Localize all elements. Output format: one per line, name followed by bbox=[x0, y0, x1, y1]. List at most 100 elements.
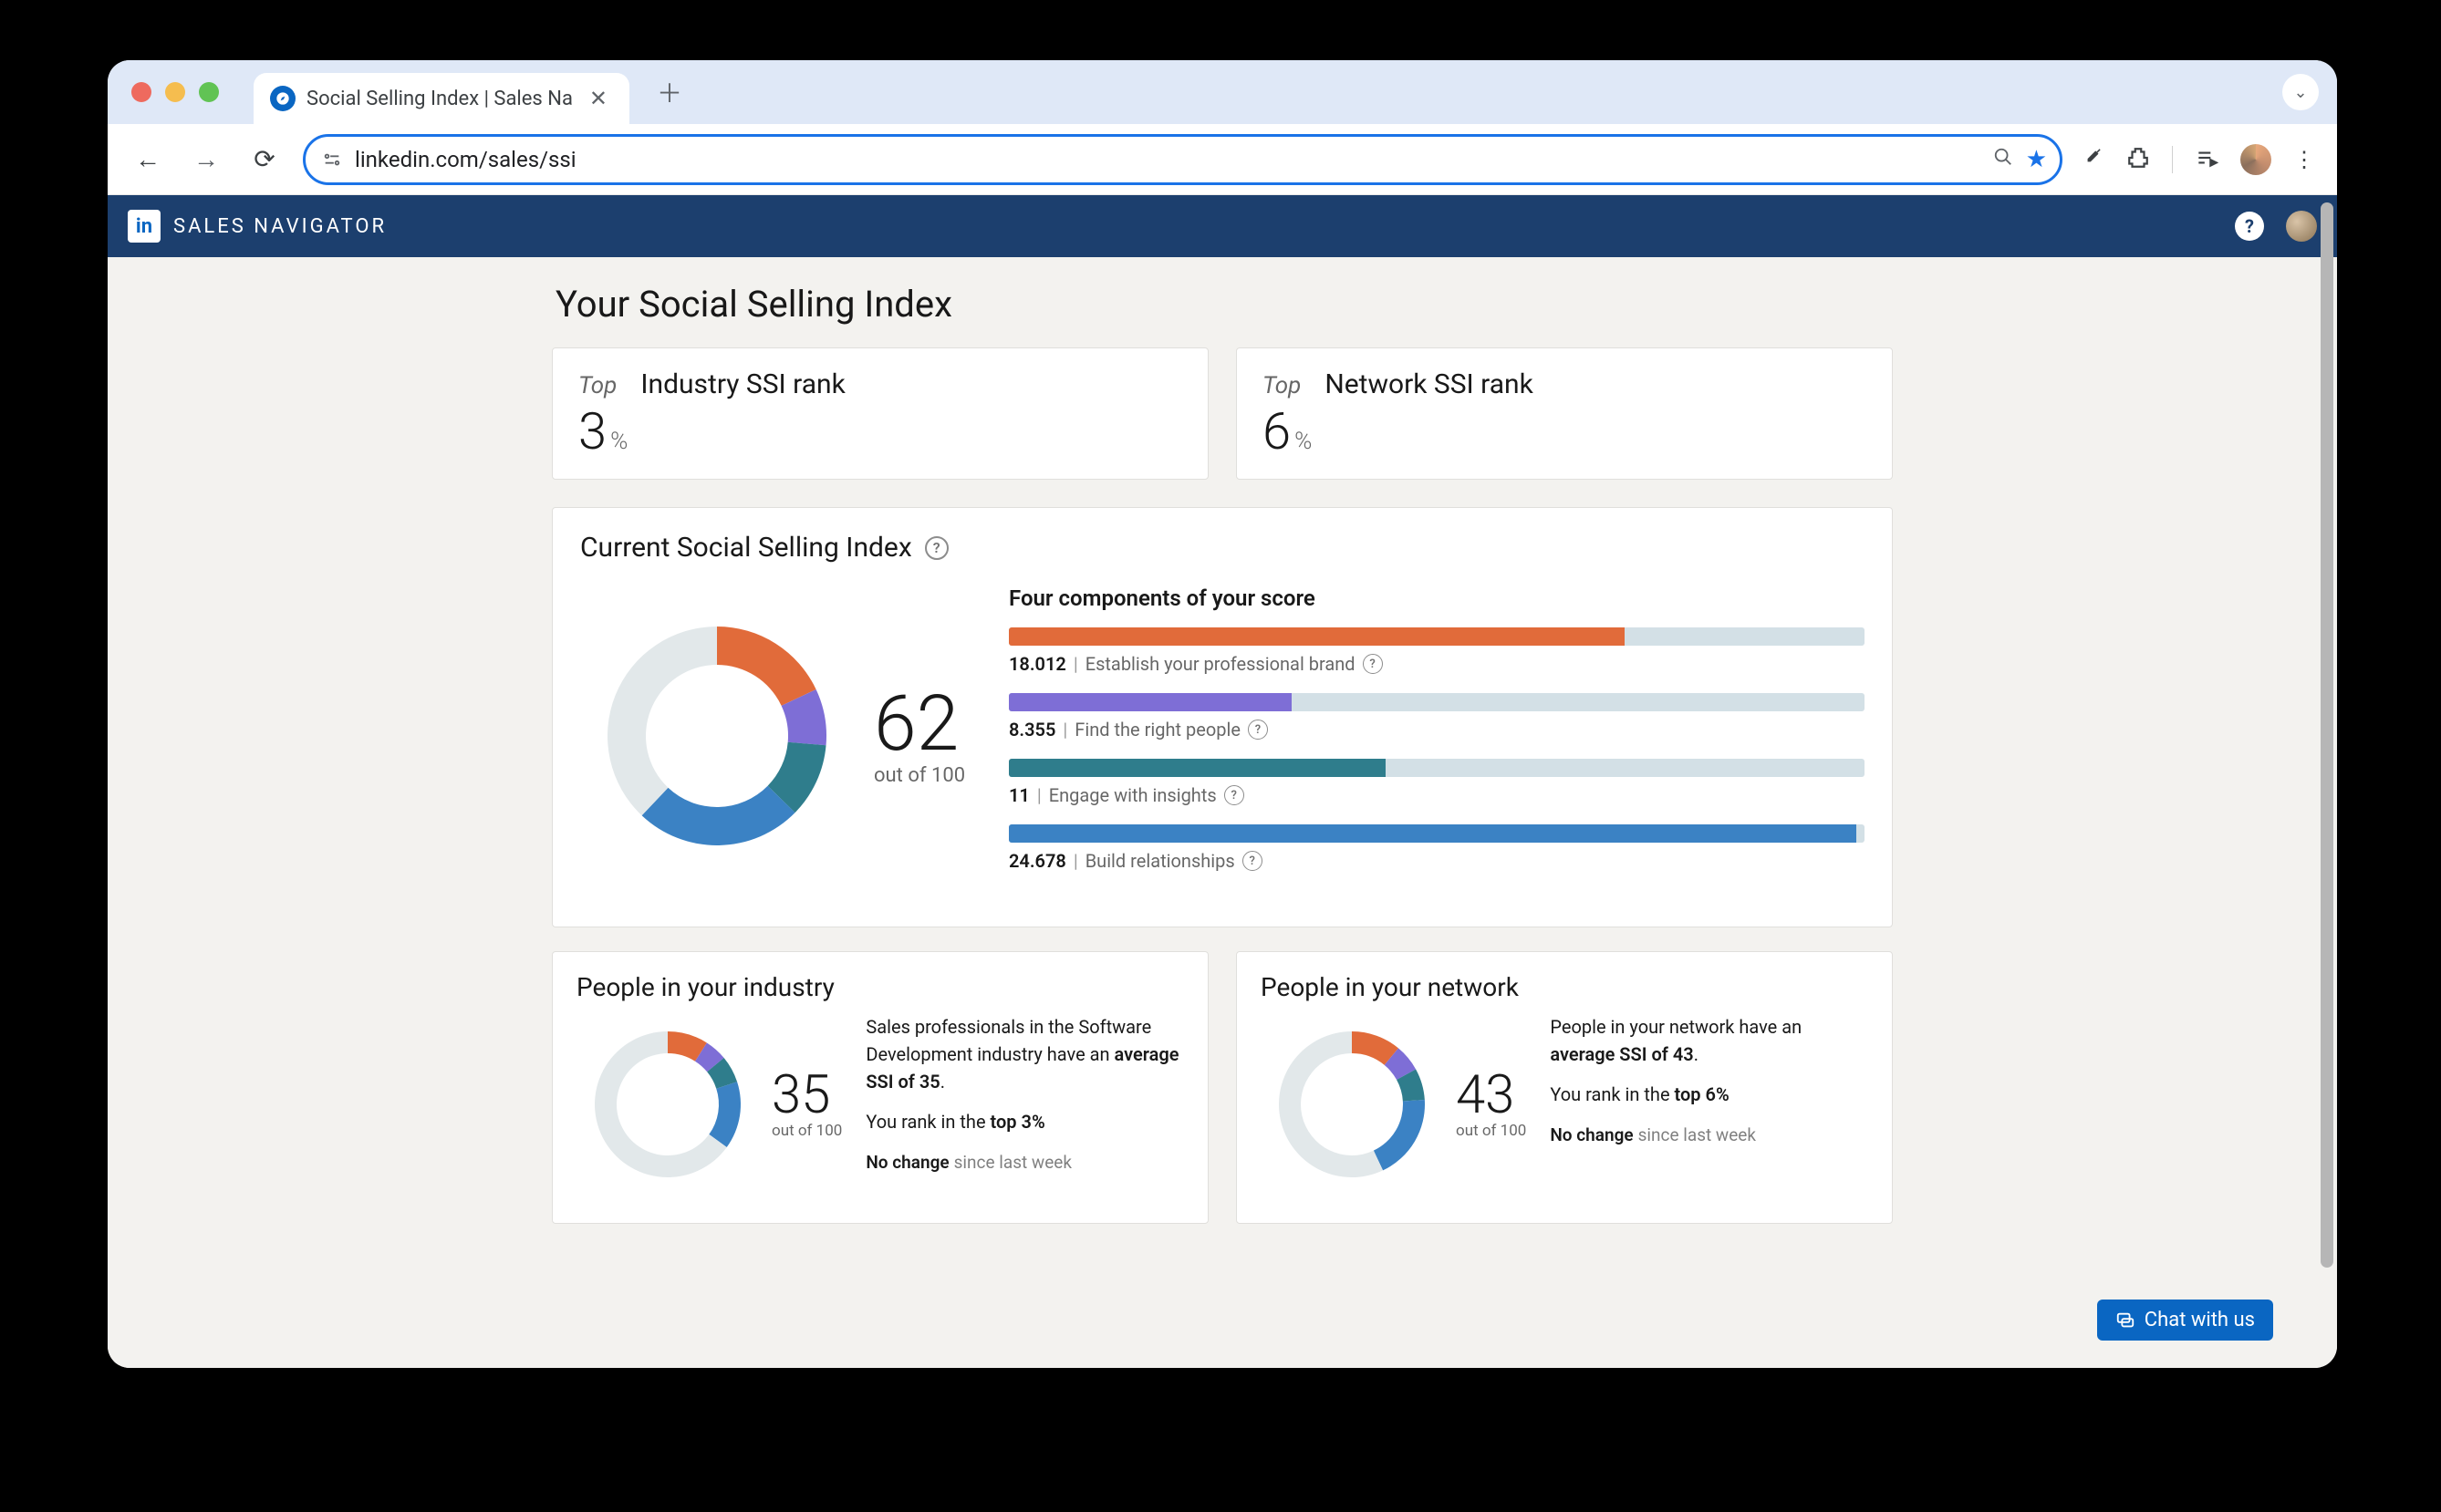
donut-segment bbox=[717, 627, 816, 706]
percent-suffix: % bbox=[610, 428, 628, 455]
component-name: Find the right people bbox=[1075, 719, 1241, 740]
industry-rank-card: Top Industry SSI rank 3% bbox=[552, 347, 1209, 480]
profile-avatar-button[interactable] bbox=[2240, 144, 2271, 175]
browser-toolbar: ← → ⟳ linkedin.com/sales/ssi ★ bbox=[108, 124, 2337, 195]
component-bar-fill bbox=[1009, 627, 1625, 646]
reload-button[interactable]: ⟳ bbox=[244, 140, 285, 180]
close-window-button[interactable] bbox=[131, 82, 151, 102]
chrome-menu-button[interactable]: ⋮ bbox=[2293, 147, 2317, 172]
chrome-action-icons: ⋮ bbox=[2081, 144, 2317, 175]
donut-segment bbox=[1374, 1100, 1425, 1170]
donut-segment bbox=[642, 786, 795, 845]
industry-score: 35 bbox=[772, 1069, 842, 1122]
percent-suffix: % bbox=[1294, 428, 1312, 455]
text-fragment: People in your network have an bbox=[1550, 1016, 1802, 1038]
new-tab-button[interactable]: ＋ bbox=[642, 74, 697, 110]
back-button[interactable]: ← bbox=[128, 140, 168, 180]
rank-top-label: Top bbox=[1262, 372, 1301, 399]
text-fragment: You rank in the bbox=[866, 1111, 990, 1133]
text-fragment: You rank in the bbox=[1550, 1083, 1674, 1105]
text-bold: top 6% bbox=[1675, 1083, 1729, 1105]
page-title: Your Social Selling Index bbox=[556, 283, 1893, 326]
minimize-window-button[interactable] bbox=[165, 82, 185, 102]
extensions-icon[interactable] bbox=[2126, 146, 2150, 173]
network-score: 43 bbox=[1456, 1069, 1526, 1122]
linkedin-navbar: in SALES NAVIGATOR ? bbox=[108, 195, 2337, 257]
component-name: Establish your professional brand bbox=[1085, 653, 1356, 675]
ssi-score: 62 bbox=[874, 686, 965, 762]
help-button[interactable]: ? bbox=[2235, 212, 2264, 241]
chat-with-us-button[interactable]: Chat with us bbox=[2097, 1300, 2273, 1341]
url-text: linkedin.com/sales/ssi bbox=[355, 147, 1980, 172]
address-bar[interactable]: linkedin.com/sales/ssi ★ bbox=[303, 134, 2062, 185]
zoom-icon[interactable] bbox=[1993, 147, 2013, 172]
ssi-out-of: out of 100 bbox=[874, 764, 965, 787]
network-rank-value: 6% bbox=[1262, 406, 1866, 457]
network-rank-label: Network SSI rank bbox=[1324, 368, 1533, 400]
component-value: 11 bbox=[1009, 784, 1030, 806]
browser-tab[interactable]: Social Selling Index | Sales Na ✕ bbox=[254, 73, 629, 124]
help-tooltip-icon[interactable]: ? bbox=[925, 536, 949, 560]
component-name: Engage with insights bbox=[1049, 784, 1217, 806]
ssi-heading: Current Social Selling Index bbox=[580, 532, 912, 564]
chat-icon bbox=[2115, 1310, 2135, 1331]
component-label: 11 | Engage with insights ? bbox=[1009, 784, 1865, 806]
chat-button-label: Chat with us bbox=[2145, 1309, 2255, 1331]
tab-overflow-button[interactable]: ⌄ bbox=[2282, 74, 2319, 110]
component-name: Build relationships bbox=[1085, 850, 1235, 872]
tab-title: Social Selling Index | Sales Na bbox=[306, 88, 573, 110]
site-settings-icon[interactable] bbox=[322, 150, 342, 170]
industry-out-of: out of 100 bbox=[772, 1122, 842, 1140]
scrollbar[interactable] bbox=[2321, 202, 2333, 1361]
browser-window: Social Selling Index | Sales Na ✕ ＋ ⌄ ← … bbox=[108, 60, 2337, 1368]
help-tooltip-icon[interactable]: ? bbox=[1248, 720, 1268, 740]
industry-rank-label: Industry SSI rank bbox=[640, 368, 845, 400]
ssi-component: 24.678 | Build relationships ? bbox=[1009, 824, 1865, 872]
industry-compare-card: People in your industry 35 out of 100 Sa… bbox=[552, 951, 1209, 1224]
since-label: since last week bbox=[954, 1152, 1072, 1173]
close-tab-button[interactable]: ✕ bbox=[584, 86, 613, 111]
toolbar-divider bbox=[2172, 146, 2173, 173]
component-bar bbox=[1009, 759, 1865, 777]
page-viewport: in SALES NAVIGATOR ? Your Social Selling… bbox=[108, 195, 2337, 1368]
user-avatar[interactable] bbox=[2286, 211, 2317, 242]
component-bar-fill bbox=[1009, 759, 1386, 777]
help-tooltip-icon[interactable]: ? bbox=[1363, 654, 1383, 674]
window-controls bbox=[131, 82, 219, 102]
component-bar bbox=[1009, 824, 1865, 843]
component-value: 24.678 bbox=[1009, 850, 1066, 872]
product-brand: SALES NAVIGATOR bbox=[173, 215, 387, 238]
text-bold: top 3% bbox=[991, 1111, 1045, 1133]
donut-segment bbox=[709, 1082, 741, 1147]
industry-compare-text: Sales professionals in the Software Deve… bbox=[866, 1013, 1184, 1189]
bookmark-star-icon[interactable]: ★ bbox=[2026, 146, 2047, 173]
forward-button[interactable]: → bbox=[186, 140, 226, 180]
component-label: 18.012 | Establish your professional bra… bbox=[1009, 653, 1865, 675]
rank-row: Top Industry SSI rank 3% Top Network SSI… bbox=[552, 347, 1893, 480]
ssi-component: 11 | Engage with insights ? bbox=[1009, 759, 1865, 806]
network-compare-heading: People in your network bbox=[1261, 972, 1868, 1002]
ssi-components: Four components of your score 18.012 | E… bbox=[1009, 582, 1865, 890]
since-label: since last week bbox=[1638, 1124, 1756, 1145]
compare-row: People in your industry 35 out of 100 Sa… bbox=[552, 951, 1893, 1224]
component-bar bbox=[1009, 627, 1865, 646]
help-tooltip-icon[interactable]: ? bbox=[1224, 785, 1244, 805]
network-compare-card: People in your network 43 out of 100 Peo… bbox=[1236, 951, 1893, 1224]
scrollbar-thumb[interactable] bbox=[2321, 202, 2333, 1268]
ssi-card: Current Social Selling Index ? 62 out of… bbox=[552, 507, 1893, 927]
eyedropper-icon[interactable] bbox=[2081, 146, 2104, 173]
no-change-label: No change bbox=[866, 1152, 949, 1173]
text-bold: average SSI of 43 bbox=[1550, 1043, 1693, 1065]
component-label: 8.355 | Find the right people ? bbox=[1009, 719, 1865, 740]
maximize-window-button[interactable] bbox=[199, 82, 219, 102]
linkedin-logo-icon[interactable]: in bbox=[128, 210, 161, 243]
component-bar-fill bbox=[1009, 824, 1856, 843]
compass-icon bbox=[270, 86, 296, 111]
network-rank-number: 6 bbox=[1262, 401, 1291, 461]
media-icon[interactable] bbox=[2195, 146, 2218, 173]
text-fragment: Sales professionals in the Software Deve… bbox=[866, 1016, 1151, 1065]
component-bar bbox=[1009, 693, 1865, 711]
help-tooltip-icon[interactable]: ? bbox=[1242, 851, 1262, 871]
component-label: 24.678 | Build relationships ? bbox=[1009, 850, 1865, 872]
ssi-component: 18.012 | Establish your professional bra… bbox=[1009, 627, 1865, 675]
